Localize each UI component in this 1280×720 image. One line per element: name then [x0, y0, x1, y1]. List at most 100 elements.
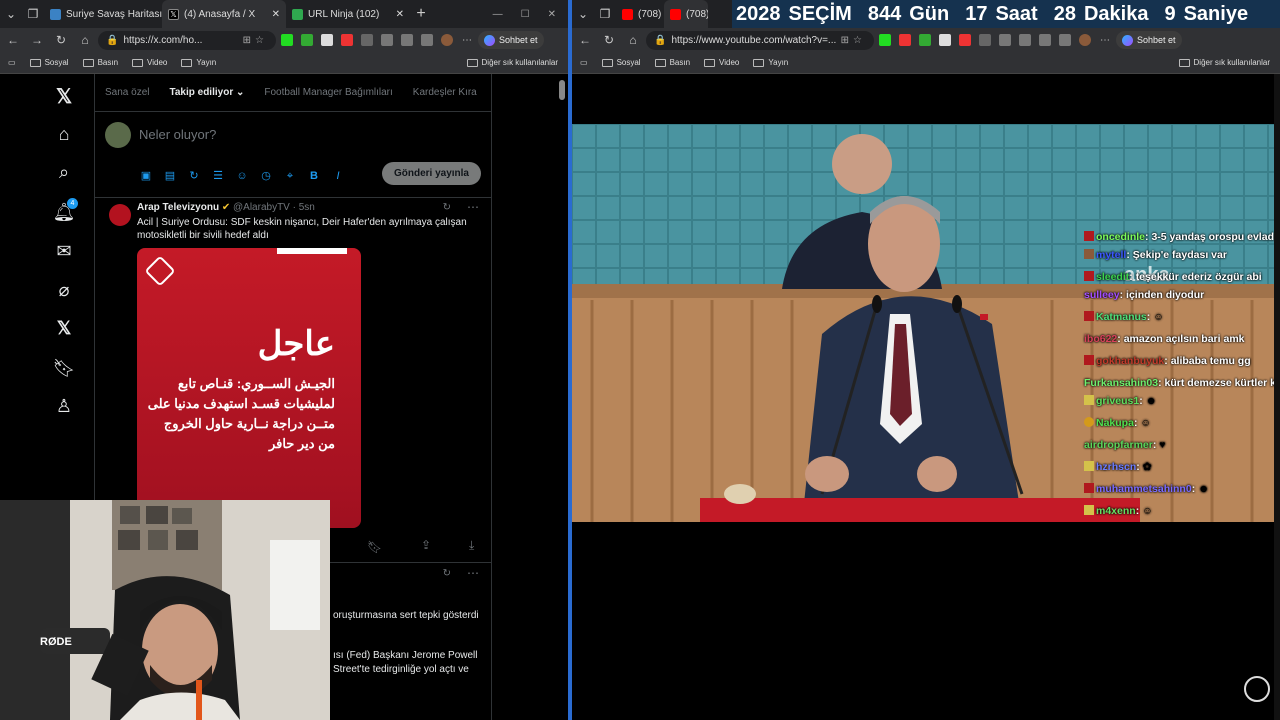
tab-x-home[interactable]: 𝕏 (4) Anasayfa / X ✕ [162, 0, 286, 28]
scrollbar-thumb[interactable] [559, 80, 565, 100]
grok-icon[interactable]: ⌀ [52, 278, 76, 302]
bookmark-yayin[interactable]: Yayın [181, 58, 216, 67]
extension-icon[interactable] [979, 34, 991, 46]
copilot-chat-button[interactable]: Sohbet et [478, 31, 544, 49]
bookmark-video[interactable]: Video [704, 58, 739, 67]
more-icon[interactable]: ⋯ [467, 566, 479, 580]
extension-icon[interactable] [341, 34, 353, 46]
compose-input[interactable]: Neler oluyor? [139, 127, 216, 142]
tab-actions-icon[interactable]: ⌄ [572, 0, 594, 28]
more-icon[interactable]: ⋯ [467, 200, 479, 214]
post-button[interactable]: Gönderi yayınla [381, 162, 481, 185]
other-bookmarks[interactable]: Diğer sık kullanılanlar [466, 58, 558, 67]
favorites-icon[interactable] [401, 34, 413, 46]
more-icon[interactable]: ⋯ [462, 35, 472, 46]
home-icon[interactable]: ⌂ [52, 122, 76, 146]
avatar[interactable] [105, 122, 131, 148]
tab-for-you[interactable]: Sana özel [95, 87, 159, 98]
url-actions-icon[interactable]: ⊞☆ [243, 35, 268, 46]
bookmarks-icon[interactable]: 🔖︎ [52, 356, 76, 380]
extension-icon[interactable] [899, 34, 911, 46]
extension-icon[interactable] [879, 34, 891, 46]
tweet-handle[interactable]: @AlarabyTV [233, 202, 290, 213]
extension-icon[interactable] [321, 34, 333, 46]
url-actions-icon[interactable]: ⊞☆ [841, 35, 866, 46]
extension-icon[interactable] [281, 34, 293, 46]
bookmark-basin[interactable]: Basın [82, 58, 118, 67]
close-icon[interactable]: ✕ [272, 9, 280, 20]
location-icon[interactable]: ⌖ [283, 170, 297, 184]
premium-icon[interactable]: 𝕏 [52, 316, 76, 340]
image-icon[interactable]: ▣ [139, 169, 153, 183]
back-icon[interactable]: ← [2, 26, 24, 54]
notifications-icon[interactable]: 🔔︎ 4 [52, 198, 78, 224]
avatar[interactable] [109, 204, 131, 226]
home-icon[interactable]: ⌂ [622, 26, 644, 54]
messages-icon[interactable]: ✉ [52, 239, 76, 263]
grok-icon[interactable]: ↻ [187, 169, 201, 183]
extension-icon[interactable] [301, 34, 313, 46]
tab-following[interactable]: Takip ediliyor ⌄ [159, 87, 254, 98]
extension-icon[interactable] [959, 34, 971, 46]
extensions-icon[interactable] [1059, 34, 1071, 46]
extension-icon[interactable] [361, 34, 373, 46]
gif-icon[interactable]: ▤ [163, 169, 177, 183]
tab-url-ninja[interactable]: URL Ninja (102) ✕ [286, 0, 410, 28]
share-icon[interactable]: ⇪ [421, 538, 431, 552]
close-window-icon[interactable]: ✕ [548, 9, 556, 20]
workspaces-icon[interactable]: ❐ [594, 0, 616, 28]
bookmark-yayin[interactable]: Yayın [753, 58, 788, 67]
refresh-icon[interactable]: ↻ [598, 26, 620, 54]
search-icon[interactable]: ⌕ [52, 160, 76, 184]
emoji-icon[interactable]: ☺ [235, 170, 249, 184]
split-screen-icon[interactable] [999, 34, 1011, 46]
close-icon[interactable]: ✕ [396, 9, 404, 20]
profile-avatar-icon[interactable] [1079, 34, 1091, 46]
grok-icon[interactable]: ↻ [443, 568, 451, 579]
url-field[interactable]: 🔒 https://x.com/ho... ⊞☆ [98, 30, 276, 50]
extension-icon[interactable] [939, 34, 951, 46]
forward-icon[interactable]: → [26, 26, 48, 54]
bookmark-sosyal[interactable]: Sosyal [601, 58, 641, 67]
tab-youtube-2[interactable]: (708) t [664, 0, 708, 28]
profile-icon[interactable]: ♙ [52, 394, 76, 418]
tab-syria-map[interactable]: Suriye Savaş Haritası - S ✕ [44, 0, 162, 28]
more-icon[interactable]: ⋯ [1100, 35, 1110, 46]
maximize-icon[interactable]: ☐ [521, 9, 530, 20]
tweet-author[interactable]: Arap Televizyonu [137, 202, 219, 213]
collections-icon[interactable] [1039, 34, 1051, 46]
italic-icon[interactable]: I [331, 170, 345, 184]
collections-icon[interactable] [421, 34, 433, 46]
extension-icon[interactable] [919, 34, 931, 46]
url-field[interactable]: 🔒 https://www.youtube.com/watch?v=... ⊞☆ [646, 30, 874, 50]
scrollbar[interactable] [1274, 74, 1280, 720]
back-icon[interactable]: ← [574, 26, 596, 54]
poll-icon[interactable]: ☰ [211, 169, 225, 183]
tab-actions-icon[interactable]: ⌄ [0, 0, 22, 28]
bookmark-video[interactable]: Video [132, 58, 167, 67]
bookmark-icon[interactable]: 🔖︎ [367, 540, 382, 554]
new-tab-icon[interactable]: + [410, 0, 432, 28]
copilot-chat-button[interactable]: Sohbet et [1116, 31, 1182, 49]
home-icon[interactable]: ⌂ [74, 26, 96, 54]
minimize-icon[interactable]: — [493, 9, 503, 20]
profile-avatar-icon[interactable] [441, 34, 453, 46]
bookmark-sosyal[interactable]: Sosyal [29, 58, 69, 67]
reading-list-icon[interactable]: ▭ [580, 58, 588, 67]
tweet-time[interactable]: 5sn [299, 202, 315, 213]
split-screen-icon[interactable] [381, 34, 393, 46]
schedule-icon[interactable]: ◷ [259, 169, 273, 183]
favorites-icon[interactable] [1019, 34, 1031, 46]
reading-list-icon[interactable]: ▭ [8, 58, 16, 67]
tweet-image[interactable]: عاجل الجيـش الســوري: قنـاص تابع لمليشيا… [137, 248, 361, 528]
x-logo-icon[interactable]: 𝕏 [52, 84, 76, 108]
bold-icon[interactable]: B [307, 170, 321, 184]
tab-kardesler[interactable]: Kardeşler Kıra [403, 87, 487, 98]
tab-youtube-1[interactable]: (708) h [616, 0, 664, 28]
scrollbar[interactable] [556, 74, 568, 720]
download-icon[interactable]: ⤓ [469, 538, 474, 553]
workspaces-icon[interactable]: ❐ [22, 0, 44, 28]
bookmark-basin[interactable]: Basın [654, 58, 690, 67]
other-bookmarks[interactable]: Diğer sık kullanılanlar [1178, 58, 1270, 67]
refresh-icon[interactable]: ↻ [50, 26, 72, 54]
